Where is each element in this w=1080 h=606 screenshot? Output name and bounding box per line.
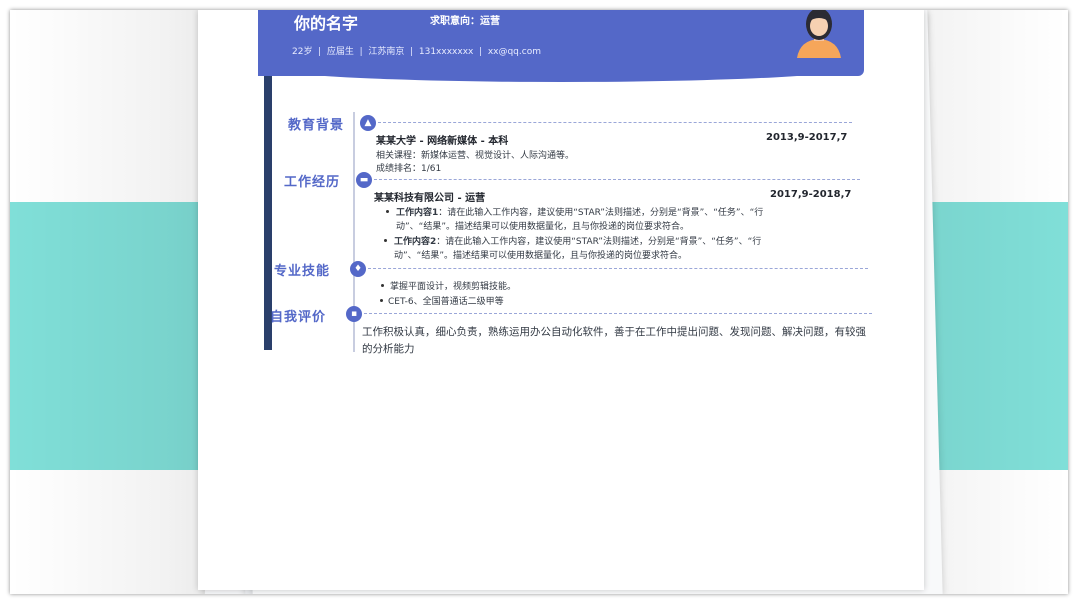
briefcase-icon: ▬	[356, 172, 372, 188]
bullet-dot	[386, 210, 389, 213]
work-item-text: ：请在此输入工作内容，建议使用“STAR”法则描述，分别是“背景”、“任务”、“…	[436, 237, 762, 247]
job-objective: 求职意向：运营	[430, 16, 500, 27]
bullet-dot	[384, 239, 387, 242]
work-item-text: ：请在此输入工作内容，建议使用“STAR”法则描述，分别是“背景”、“任务”、“…	[438, 208, 764, 218]
work-item-label: 工作内容1	[396, 208, 439, 218]
work-item-1: 工作内容1：请在此输入工作内容，建议使用“STAR”法则描述，分别是“背景”、“…	[396, 205, 763, 218]
courses-line: 相关课程：新媒体运营、视觉设计、人际沟通等。	[376, 151, 575, 161]
work-date: 2017,9-2018,7	[770, 189, 852, 200]
skill-item: CET-6、全国普通话二级甲等	[388, 297, 504, 307]
section-divider	[364, 313, 872, 314]
rank-line: 成绩排名：1/61	[376, 164, 442, 174]
graduation-cap-icon: ▲	[360, 115, 376, 131]
section-divider	[374, 179, 860, 180]
company-line: 某某科技有限公司 - 运营	[374, 193, 486, 204]
bullet-dot	[381, 284, 384, 287]
section-title-education: 教育背景	[288, 118, 345, 133]
section-title-work: 工作经历	[284, 175, 341, 190]
bullet-dot	[380, 299, 383, 302]
header-wave	[258, 66, 864, 82]
slide-frame: 你的名字 求职意向：运营 22岁 | 应届生 | 江苏南京 | 131xxxxx…	[10, 10, 1068, 594]
personal-info: 22岁 | 应届生 | 江苏南京 | 131xxxxxxx | xx@qq.co…	[292, 47, 541, 57]
candidate-name: 你的名字	[294, 14, 359, 33]
work-item-2-cont: 动”、“结果”。描述结果可以使用数据量化，且与你投递的岗位要求符合。	[394, 251, 687, 261]
comment-icon: ▪	[346, 306, 362, 322]
section-title-skills: 专业技能	[274, 264, 331, 279]
avatar-icon	[797, 10, 841, 58]
work-item-1-cont: 动”、“结果”。描述结果可以使用数据量化，且与你投递的岗位要求符合。	[396, 222, 689, 232]
resume-page: 你的名字 求职意向：运营 22岁 | 应届生 | 江苏南京 | 131xxxxx…	[198, 10, 924, 590]
section-title-evaluation: 自我评价	[270, 310, 327, 325]
school-line: 某某大学 - 网络新媒体 - 本科	[376, 136, 509, 147]
evaluation-text: 工作积极认真，细心负责，熟练运用办公自动化软件，善于在工作中提出问题、发现问题、…	[362, 326, 866, 355]
work-item-label: 工作内容2	[394, 237, 437, 247]
trophy-icon: ♦	[350, 261, 366, 277]
education-date: 2013,9-2017,7	[766, 132, 848, 143]
section-divider	[368, 268, 868, 269]
section-divider	[378, 122, 852, 123]
skill-item: 掌握平面设计，视频剪辑技能。	[390, 282, 517, 292]
work-item-2: 工作内容2：请在此输入工作内容，建议使用“STAR”法则描述，分别是“背景”、“…	[394, 234, 761, 247]
